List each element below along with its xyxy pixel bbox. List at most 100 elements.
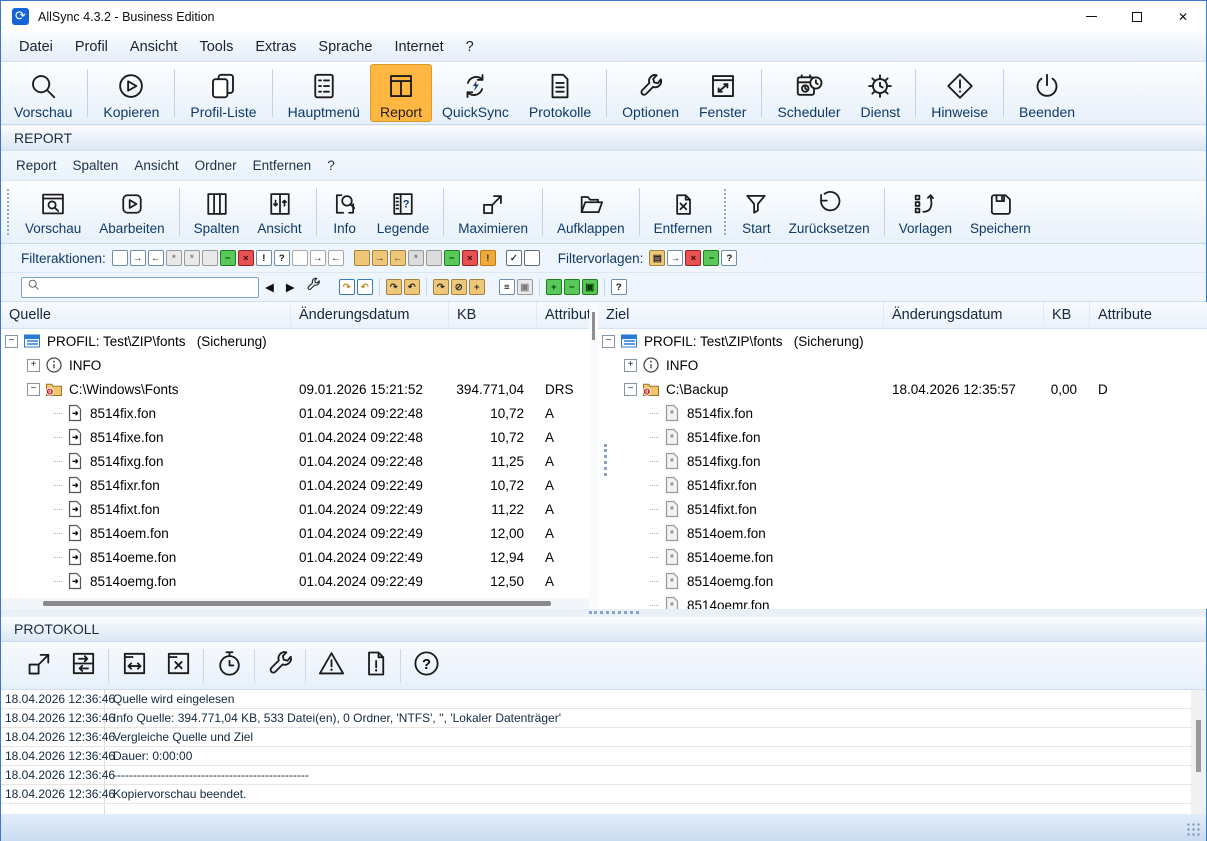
resize-grip-icon[interactable] [1186, 822, 1201, 837]
menu-sprache[interactable]: Sprache [307, 39, 383, 55]
table-row[interactable]: 8514oeme.fon01.04.2024 09:22:4912,94A [1, 545, 589, 569]
table-row[interactable]: 8514fixg.fon01.04.2024 09:22:4811,25A [1, 449, 589, 473]
quicksync-button[interactable]: QuickSync [432, 64, 519, 122]
vorschau-button[interactable]: Vorschau [4, 64, 82, 122]
file-empty-left-icon[interactable]: ← [328, 250, 344, 266]
search-input[interactable] [44, 280, 253, 294]
table-row[interactable]: *8514fixt.fon [598, 497, 1207, 521]
report-button[interactable]: Report [370, 64, 432, 122]
timer-button[interactable] [207, 645, 251, 687]
tree-expander[interactable]: − [27, 383, 40, 396]
folder-excluded-icon[interactable]: − [444, 250, 460, 266]
search-options-button[interactable] [301, 276, 326, 298]
dienst-button[interactable]: Dienst [851, 64, 911, 122]
column-header-attribute[interactable]: Attribute [1090, 302, 1207, 328]
transfer-window-button[interactable] [61, 645, 105, 687]
copy-list-icon[interactable]: ▣ [517, 279, 533, 295]
info-button[interactable]: Info [322, 183, 368, 241]
menu-help[interactable]: ? [455, 39, 485, 55]
table-row[interactable]: −0C:\Backup18.04.2026 12:35:570,00D [598, 377, 1207, 401]
table-row[interactable]: −0C:\Windows\Fonts09.01.2026 15:21:52394… [1, 377, 589, 401]
warnings-button[interactable] [309, 645, 353, 687]
folder-changed-icon[interactable]: * [408, 250, 424, 266]
file-copy-left-icon[interactable]: ← [148, 250, 164, 266]
folder-copy-right-icon[interactable]: → [372, 250, 388, 266]
report-menu-help[interactable]: ? [319, 158, 343, 173]
scrollbar-thumb[interactable] [43, 601, 551, 606]
compare-details-icon[interactable]: ≡ [499, 279, 515, 295]
column-header-aenderungsdatum[interactable]: Änderungsdatum [291, 302, 449, 328]
aufklappen-button[interactable]: Aufklappen [548, 183, 634, 241]
vorlagen-button[interactable]: Vorlagen [890, 183, 961, 241]
file-copy-right-icon[interactable]: → [130, 250, 146, 266]
expand-folder-icon[interactable]: ↷ [386, 279, 402, 295]
table-row[interactable]: −PROFIL: Test\ZIP\fonts (Sicherung) [1, 329, 589, 353]
protokolle-button[interactable]: Protokolle [519, 64, 601, 122]
zuruecksetzen-button[interactable]: Zurücksetzen [780, 183, 879, 241]
table-row[interactable]: −PROFIL: Test\ZIP\fonts (Sicherung) [598, 329, 1207, 353]
start-button[interactable]: Start [733, 183, 780, 241]
file-new-icon[interactable] [112, 250, 128, 266]
search-next-button[interactable]: ▶ [286, 280, 295, 294]
selection-add-icon[interactable]: + [546, 279, 562, 295]
column-header-kb[interactable]: KB [449, 302, 537, 328]
template-open-icon[interactable]: ▤ [649, 250, 665, 266]
table-row[interactable]: *8514fixr.fon [598, 473, 1207, 497]
scheduler-button[interactable]: Scheduler [767, 64, 850, 122]
table-row[interactable]: 8514fixe.fon01.04.2024 09:22:4810,72A [1, 425, 589, 449]
column-header-kb[interactable]: KB [1044, 302, 1090, 328]
column-header-attribute[interactable]: Attribute [537, 302, 589, 328]
protocol-splitter[interactable] [1, 609, 1206, 616]
report-menu-spalten[interactable]: Spalten [65, 158, 127, 173]
menu-profil[interactable]: Profil [64, 39, 119, 55]
template-help-icon[interactable]: ? [721, 250, 737, 266]
selection-copy-icon[interactable]: ▣ [582, 279, 598, 295]
close-protocol-button[interactable] [156, 645, 200, 687]
template-apply-icon[interactable]: → [667, 250, 683, 266]
file-empty-icon[interactable] [292, 250, 308, 266]
collapse-folder-icon[interactable]: ↶ [404, 279, 420, 295]
file-changed-right-icon[interactable]: * [166, 250, 182, 266]
close-button[interactable]: ✕ [1160, 1, 1206, 32]
table-row[interactable]: *8514oemg.fon [598, 569, 1207, 593]
tree-expander[interactable]: + [27, 359, 40, 372]
menu-datei[interactable]: Datei [8, 39, 64, 55]
column-header-ziel[interactable]: Ziel [598, 302, 884, 328]
report-menu-entfernen[interactable]: Entfernen [245, 158, 320, 173]
vorschau-button[interactable]: Vorschau [16, 183, 90, 241]
vertical-scrollbar[interactable] [589, 302, 598, 609]
menu-tools[interactable]: Tools [188, 39, 244, 55]
file-delete-icon[interactable]: × [238, 250, 254, 266]
ansicht-button[interactable]: Ansicht [248, 183, 310, 241]
tree-expander[interactable]: − [5, 335, 18, 348]
folder-new-icon[interactable] [354, 250, 370, 266]
hauptmenue-button[interactable]: Hauptmenü [278, 64, 370, 122]
file-conflict-icon[interactable]: ! [256, 250, 272, 266]
minimize-button[interactable] [1068, 1, 1114, 32]
selection-exclude-icon[interactable]: − [564, 279, 580, 295]
toolbar-grip-icon[interactable] [724, 189, 728, 235]
entfernen-button[interactable]: Entfernen [645, 183, 722, 241]
table-row[interactable]: 8514fixr.fon01.04.2024 09:22:4910,72A [1, 473, 589, 497]
folder-add-mark-icon[interactable]: + [469, 279, 485, 295]
column-header-quelle[interactable]: Quelle [1, 302, 291, 328]
hinweise-button[interactable]: Hinweise [921, 64, 998, 122]
table-row[interactable]: +INFO [598, 353, 1207, 377]
table-row[interactable]: *8514fixe.fon [598, 425, 1207, 449]
profil-liste-button[interactable]: Profil-Liste [180, 64, 266, 122]
abarbeiten-button[interactable]: Abarbeiten [90, 183, 173, 241]
expand-source-tree-icon[interactable]: ↷ [339, 279, 355, 295]
file-identical-icon[interactable] [202, 250, 218, 266]
scrollbar-thumb[interactable] [592, 312, 595, 340]
report-menu-ordner[interactable]: Ordner [187, 158, 245, 173]
maximize-button[interactable] [1114, 1, 1160, 32]
search-help-icon[interactable]: ? [611, 279, 627, 295]
report-menu-report[interactable]: Report [8, 158, 65, 173]
filter-check-on-icon[interactable]: ✓ [506, 250, 522, 266]
table-row[interactable]: 8514oemg.fon01.04.2024 09:22:4912,50A [1, 569, 589, 593]
folder-remove-mark-icon[interactable]: ⊘ [451, 279, 467, 295]
folder-copy-left-icon[interactable]: ← [390, 250, 406, 266]
fit-width-button[interactable] [112, 645, 156, 687]
spalten-button[interactable]: Spalten [185, 183, 249, 241]
table-row[interactable]: 8514fixt.fon01.04.2024 09:22:4911,22A [1, 497, 589, 521]
